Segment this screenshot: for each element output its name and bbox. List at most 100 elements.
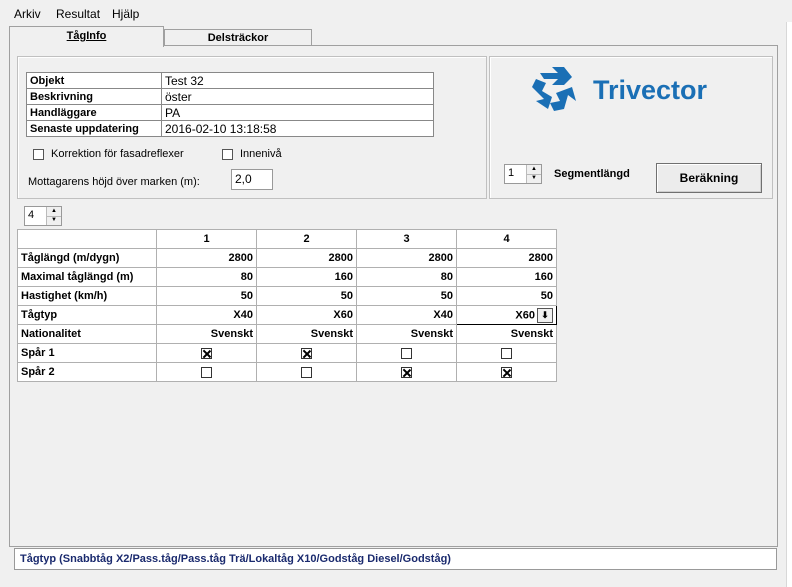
info-table: Objekt Test 32 Beskrivning öster Handläg…: [26, 72, 434, 137]
table-row: Spår 1: [17, 343, 557, 363]
info-row: Objekt Test 32: [26, 72, 434, 89]
grid-cell[interactable]: Svenskt: [156, 324, 257, 344]
grid-cell[interactable]: Svenskt: [256, 324, 357, 344]
grid-cell: [356, 343, 457, 363]
menu-arkiv[interactable]: Arkiv: [14, 7, 41, 21]
spar-checkbox[interactable]: [401, 347, 412, 359]
korrektion-label: Korrektion för fasadreflexer: [51, 148, 184, 160]
grid-header-row: 1 2 3 4: [17, 229, 557, 249]
grid-cell[interactable]: 2800: [156, 248, 257, 268]
column-header[interactable]: 4: [456, 229, 557, 249]
spar-checkbox[interactable]: [501, 366, 512, 378]
spar-checkbox[interactable]: [201, 347, 212, 359]
table-row: Tåglängd (m/dygn) 2800 2800 2800 2800: [17, 248, 557, 268]
segment-value: 1: [508, 167, 515, 179]
row-label: Tågtyp: [17, 305, 157, 325]
column-header[interactable]: 2: [256, 229, 357, 249]
table-row: Hastighet (km/h) 50 50 50 50: [17, 286, 557, 306]
grid-cell[interactable]: X40: [356, 305, 457, 325]
mottagare-label: Mottagarens höjd över marken (m):: [28, 176, 200, 188]
grid-cell[interactable]: 2800: [256, 248, 357, 268]
grid-cell[interactable]: 160: [456, 267, 557, 287]
tab-delstrackor-label: Delsträckor: [207, 32, 269, 44]
menu-hjalp[interactable]: Hjälp: [112, 7, 139, 21]
info-label: Senaste uppdatering: [26, 120, 162, 137]
grid-cell: [356, 362, 457, 382]
grid-cell[interactable]: X60: [256, 305, 357, 325]
grid-cell-value: X60: [515, 308, 535, 321]
grid-cell[interactable]: 50: [256, 286, 357, 306]
info-row: Handläggare PA: [26, 104, 434, 121]
window-edge: [786, 22, 792, 587]
spar-checkbox[interactable]: [201, 366, 212, 378]
spin-down-icon[interactable]: ▼: [527, 174, 541, 183]
grid-cell: [256, 362, 357, 382]
status-bar: Tågtyp (Snabbtåg X2/Pass.tåg/Pass.tåg Tr…: [14, 548, 777, 570]
menu-resultat[interactable]: Resultat: [56, 7, 100, 21]
grid-cell: [156, 362, 257, 382]
grid-cell[interactable]: X40: [156, 305, 257, 325]
grid-cell[interactable]: 160: [256, 267, 357, 287]
innenniva-checkbox[interactable]: [222, 149, 233, 160]
grid-cell[interactable]: 50: [356, 286, 457, 306]
row-label: Maximal tåglängd (m): [17, 267, 157, 287]
trivector-logo-text: Trivector: [593, 75, 708, 105]
info-label: Beskrivning: [26, 88, 162, 105]
row-label: Hastighet (km/h): [17, 286, 157, 306]
info-row: Beskrivning öster: [26, 88, 434, 105]
table-row: Maximal tåglängd (m) 80 160 80 160: [17, 267, 557, 287]
menu-bar: Arkiv Resultat Hjälp: [0, 0, 792, 22]
grid-cell: [456, 362, 557, 382]
grid-cell[interactable]: 50: [156, 286, 257, 306]
grid-cell: [456, 343, 557, 363]
table-row: Tågtyp X40 X60 X40 X60 ⬇: [17, 305, 557, 325]
row-label: Spår 1: [17, 343, 157, 363]
senaste-uppdatering-field: 2016-02-10 13:18:58: [161, 120, 434, 137]
column-header[interactable]: 1: [156, 229, 257, 249]
train-grid: 1 2 3 4 Tåglängd (m/dygn) 2800 2800 2800…: [17, 229, 557, 382]
korrektion-checkbox[interactable]: [33, 149, 44, 160]
status-text: Tågtyp (Snabbtåg X2/Pass.tåg/Pass.tåg Tr…: [20, 553, 451, 565]
berakning-button-label: Beräkning: [679, 171, 739, 185]
info-label: Objekt: [26, 72, 162, 89]
tab-taginfo[interactable]: TågInfo: [9, 26, 164, 47]
train-count-spinner[interactable]: 4 ▲ ▼: [24, 206, 62, 226]
corner-cell: [17, 229, 157, 249]
grid-cell: [156, 343, 257, 363]
table-row: Spår 2: [17, 362, 557, 382]
spar-checkbox[interactable]: [301, 366, 312, 378]
beskrivning-field[interactable]: öster: [161, 88, 434, 105]
spar-checkbox[interactable]: [401, 366, 412, 378]
spinner-buttons: ▲ ▼: [526, 165, 541, 183]
tab-taginfo-label: TågInfo: [66, 30, 107, 42]
train-count-value: 4: [28, 209, 35, 221]
dropdown-arrow-icon[interactable]: ⬇: [537, 307, 553, 323]
tagtyp-dropdown-cell[interactable]: X60 ⬇: [456, 305, 557, 325]
grid-cell: [256, 343, 357, 363]
grid-cell[interactable]: Svenskt: [456, 324, 557, 344]
grid-cell[interactable]: 2800: [356, 248, 457, 268]
column-header[interactable]: 3: [356, 229, 457, 249]
mottagare-input[interactable]: 2,0: [231, 169, 273, 190]
segment-spinner[interactable]: 1 ▲ ▼: [504, 164, 542, 184]
table-row: Nationalitet Svenskt Svenskt Svenskt Sve…: [17, 324, 557, 344]
row-label: Spår 2: [17, 362, 157, 382]
grid-cell[interactable]: Svenskt: [356, 324, 457, 344]
grid-cell[interactable]: 80: [156, 267, 257, 287]
row-label: Tåglängd (m/dygn): [17, 248, 157, 268]
spar-checkbox[interactable]: [501, 347, 512, 359]
info-label: Handläggare: [26, 104, 162, 121]
spinner-buttons: ▲ ▼: [46, 207, 61, 225]
handlaggare-field[interactable]: PA: [161, 104, 434, 121]
grid-cell[interactable]: 80: [356, 267, 457, 287]
segment-label: Segmentlängd: [554, 168, 630, 180]
grid-cell[interactable]: 2800: [456, 248, 557, 268]
trivector-logo-icon: [532, 67, 576, 111]
grid-cell[interactable]: 50: [456, 286, 557, 306]
objekt-field[interactable]: Test 32: [161, 72, 434, 89]
row-label: Nationalitet: [17, 324, 157, 344]
spar-checkbox[interactable]: [301, 347, 312, 359]
spin-down-icon[interactable]: ▼: [47, 216, 61, 225]
berakning-button[interactable]: Beräkning: [656, 163, 762, 193]
innenniva-label: Innenivå: [240, 148, 282, 160]
